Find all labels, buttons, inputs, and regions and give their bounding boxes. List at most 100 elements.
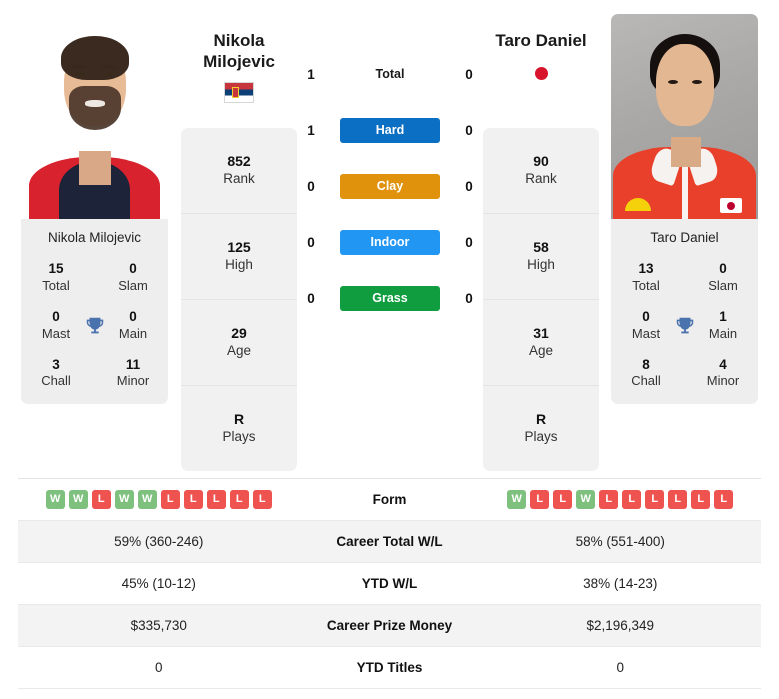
stat-value: 0 xyxy=(719,261,727,276)
serbia-flag-icon xyxy=(224,81,254,103)
rank-label: Plays xyxy=(222,429,256,445)
stat-value: 0 xyxy=(129,308,137,324)
stat-mast-left: 0 Mast xyxy=(31,309,81,343)
form-pill-loss[interactable]: L xyxy=(160,490,180,509)
form-pill-win[interactable]: W xyxy=(68,490,88,509)
rank-value: R xyxy=(535,411,547,428)
form-pill-win[interactable]: W xyxy=(507,490,527,509)
form-pill-loss[interactable]: L xyxy=(553,490,573,509)
career-total-wl-right: 58% (551-400) xyxy=(575,534,665,549)
stat-value: 0 xyxy=(642,308,650,324)
player-header-right: Taro Daniel xyxy=(466,30,616,83)
titles-row-mast-main-left: 0 Mast 0 Main xyxy=(21,309,168,343)
stat-value: 11 xyxy=(125,356,141,372)
form-pill-loss[interactable]: L xyxy=(622,490,642,509)
form-pill-loss[interactable]: L xyxy=(691,490,711,509)
form-pill-loss[interactable]: L xyxy=(252,490,272,509)
stat-value: 3 xyxy=(52,356,60,372)
rank-value: R xyxy=(233,411,245,428)
player-header-name-line1: Nikola xyxy=(213,31,265,50)
titles-row-total-slam-left: 15 Total 0 Slam xyxy=(21,261,168,295)
stat-value: 1 xyxy=(719,308,727,324)
surface-badge-grass[interactable]: Grass xyxy=(340,285,440,311)
career-total-wl-left: 59% (360-246) xyxy=(114,534,204,549)
rank-value: 90 xyxy=(533,153,549,170)
h2h-left-total: 1 xyxy=(307,66,315,82)
form-pill-loss[interactable]: L xyxy=(229,490,249,509)
h2h-left-indoor: 0 xyxy=(307,234,315,250)
form-pill-loss[interactable]: L xyxy=(530,490,550,509)
h2h-right-indoor: 0 xyxy=(465,234,473,250)
ytd-wl-left: 45% (10-12) xyxy=(121,576,196,591)
h2h-left-clay: 0 xyxy=(307,178,315,194)
form-pill-win[interactable]: W xyxy=(114,490,134,509)
h2h-label-total: Total xyxy=(375,67,405,81)
h2h-right-hard: 0 xyxy=(465,122,473,138)
h2h-right-total: 0 xyxy=(465,66,473,82)
rank-value: 125 xyxy=(227,239,251,256)
ytd-wl-right: 38% (14-23) xyxy=(583,576,658,591)
stat-label: Total xyxy=(632,277,660,293)
form-pill-loss[interactable]: L xyxy=(599,490,619,509)
surface-badge-hard[interactable]: Hard xyxy=(340,117,440,143)
rank-value: 31 xyxy=(533,325,549,342)
form-pill-loss[interactable]: L xyxy=(645,490,665,509)
form-pill-win[interactable]: W xyxy=(576,490,596,509)
stat-value: 4 xyxy=(719,356,727,372)
player-header-name-line2: Milojevic xyxy=(203,52,275,72)
titles-row-chall-minor-right: 8 Chall 4 Minor xyxy=(611,357,758,391)
form-pill-loss[interactable]: L xyxy=(714,490,734,509)
rank-card-left: 852 Rank 125 High 29 Age R Plays xyxy=(181,128,297,471)
trophy-icon xyxy=(82,313,108,339)
stat-label: Minor xyxy=(706,373,740,389)
form-strip-left: WWLWWLLLLL xyxy=(45,490,272,509)
stat-label: Total xyxy=(42,277,70,293)
form-pill-win[interactable]: W xyxy=(137,490,157,509)
table-label-ytd-wl: YTD W/L xyxy=(361,576,418,591)
stat-minor-left: 11 Minor xyxy=(108,357,158,391)
stat-value: 0 xyxy=(129,261,137,276)
rank-cell-rank-right: 90 Rank xyxy=(483,128,599,214)
stat-label: Chall xyxy=(631,373,661,389)
surface-badge-indoor[interactable]: Indoor xyxy=(340,229,440,255)
form-pill-win[interactable]: W xyxy=(45,490,65,509)
form-pill-loss[interactable]: L xyxy=(91,490,111,509)
surface-badge-clay[interactable]: Clay xyxy=(340,173,440,199)
rank-label: High xyxy=(225,257,253,273)
rank-value: 58 xyxy=(533,239,549,256)
ytd-titles-right: 0 xyxy=(616,660,624,675)
stat-value: 8 xyxy=(642,356,650,372)
head-to-head-column: 1 Total 0 1 Hard 0 0 Clay 0 0 Indoor 0 0… xyxy=(300,60,480,312)
form-right: WLLWLLLLLL xyxy=(480,490,762,509)
h2h-row-grass: 0 Grass 0 xyxy=(300,284,480,312)
table-row-form: WWLWWLLLLL Form WLLWLLLLLL xyxy=(18,479,761,521)
stat-chall-left: 3 Chall xyxy=(31,357,81,391)
stat-label: Main xyxy=(118,325,148,341)
stat-chall-right: 8 Chall xyxy=(621,357,671,391)
h2h-left-grass: 0 xyxy=(307,290,315,306)
h2h-right-clay: 0 xyxy=(465,178,473,194)
form-pill-loss[interactable]: L xyxy=(206,490,226,509)
rank-cell-high-right: 58 High xyxy=(483,214,599,300)
h2h-row-total: 1 Total 0 xyxy=(300,60,480,88)
stat-main-left: 0 Main xyxy=(108,309,158,343)
stat-mast-right: 0 Mast xyxy=(621,309,671,343)
rank-cell-age-right: 31 Age xyxy=(483,300,599,386)
form-pill-loss[interactable]: L xyxy=(668,490,688,509)
stat-label: Slam xyxy=(708,277,738,293)
form-left: WWLWWLLLLL xyxy=(18,490,300,509)
titles-row-chall-minor-left: 3 Chall 11 Minor xyxy=(21,357,168,391)
rank-cell-plays-right: R Plays xyxy=(483,386,599,471)
titles-row-total-slam-right: 13 Total 0 Slam xyxy=(611,261,758,295)
form-pill-loss[interactable]: L xyxy=(183,490,203,509)
rank-label: Age xyxy=(528,343,554,359)
career-prize-money-right: $2,196,349 xyxy=(586,618,655,633)
player-name-right: Taro Daniel xyxy=(650,230,719,245)
career-prize-money-left: $335,730 xyxy=(130,618,187,633)
stat-total-left: 15 Total xyxy=(31,261,81,295)
player-header-name-line1: Taro Daniel xyxy=(495,31,587,50)
h2h-row-clay: 0 Clay 0 xyxy=(300,172,480,200)
stat-label: Mast xyxy=(631,325,661,341)
stat-label: Chall xyxy=(41,373,71,389)
comparison-stats-table: WWLWWLLLLL Form WLLWLLLLLL 59% (360-246)… xyxy=(18,478,761,689)
